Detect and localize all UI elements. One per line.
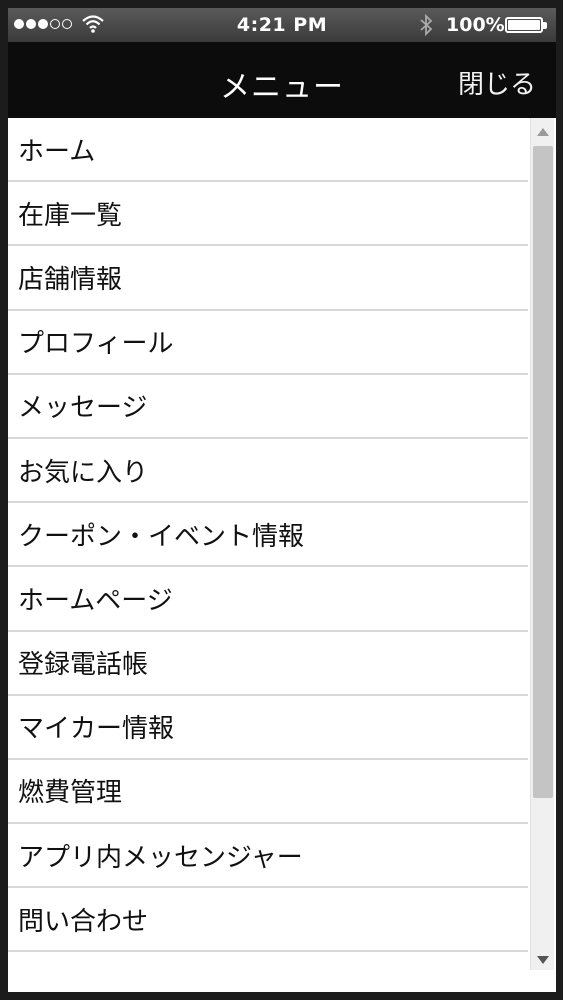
battery-percent: 100% [446, 14, 505, 36]
battery-icon [505, 17, 547, 33]
menu-item-homepage[interactable]: ホームページ [8, 567, 528, 632]
menu-item-phonebook[interactable]: 登録電話帳 [8, 631, 528, 696]
menu-item-fuel-management[interactable]: 燃費管理 [8, 759, 528, 825]
battery-tip [543, 22, 547, 29]
nav-bar: メニュー 閉じる [8, 42, 556, 118]
close-button[interactable]: 閉じる [458, 64, 536, 101]
menu-item-messages[interactable]: メッセージ [8, 374, 528, 439]
menu-item-favorites[interactable]: お気に入り [8, 438, 528, 504]
menu-list: ホーム 在庫一覧 店舗情報 プロフィール メッセージ お気に入り クーポン・イベ… [8, 118, 528, 953]
menu-item-my-car[interactable]: マイカー情報 [8, 695, 528, 760]
battery-fill [508, 20, 540, 30]
menu-content: ホーム 在庫一覧 店舗情報 プロフィール メッセージ お気に入り クーポン・イベ… [8, 118, 556, 992]
menu-item-coupons-events[interactable]: クーポン・イベント情報 [8, 503, 528, 568]
scroll-thumb[interactable] [533, 146, 553, 798]
scrollbar[interactable] [530, 118, 554, 970]
scroll-down-arrow-icon[interactable] [537, 956, 549, 964]
menu-item-in-app-messenger[interactable]: アプリ内メッセンジャー [8, 824, 528, 889]
menu-item-contact[interactable]: 問い合わせ [8, 888, 528, 953]
menu-item-store-info[interactable]: 店舗情報 [8, 246, 528, 311]
phone-frame: 4:21 PM 100% メニュー 閉じる ホーム 在庫一覧 店舗情報 プロフィ… [0, 0, 563, 1000]
menu-item-inventory[interactable]: 在庫一覧 [8, 182, 528, 247]
scroll-up-arrow-icon[interactable] [537, 128, 549, 136]
status-bar: 4:21 PM 100% [8, 8, 556, 42]
menu-item-home[interactable]: ホーム [8, 118, 528, 183]
menu-item-profile[interactable]: プロフィール [8, 310, 528, 375]
screen: 4:21 PM 100% メニュー 閉じる ホーム 在庫一覧 店舗情報 プロフィ… [8, 8, 556, 992]
bluetooth-icon [420, 14, 433, 36]
